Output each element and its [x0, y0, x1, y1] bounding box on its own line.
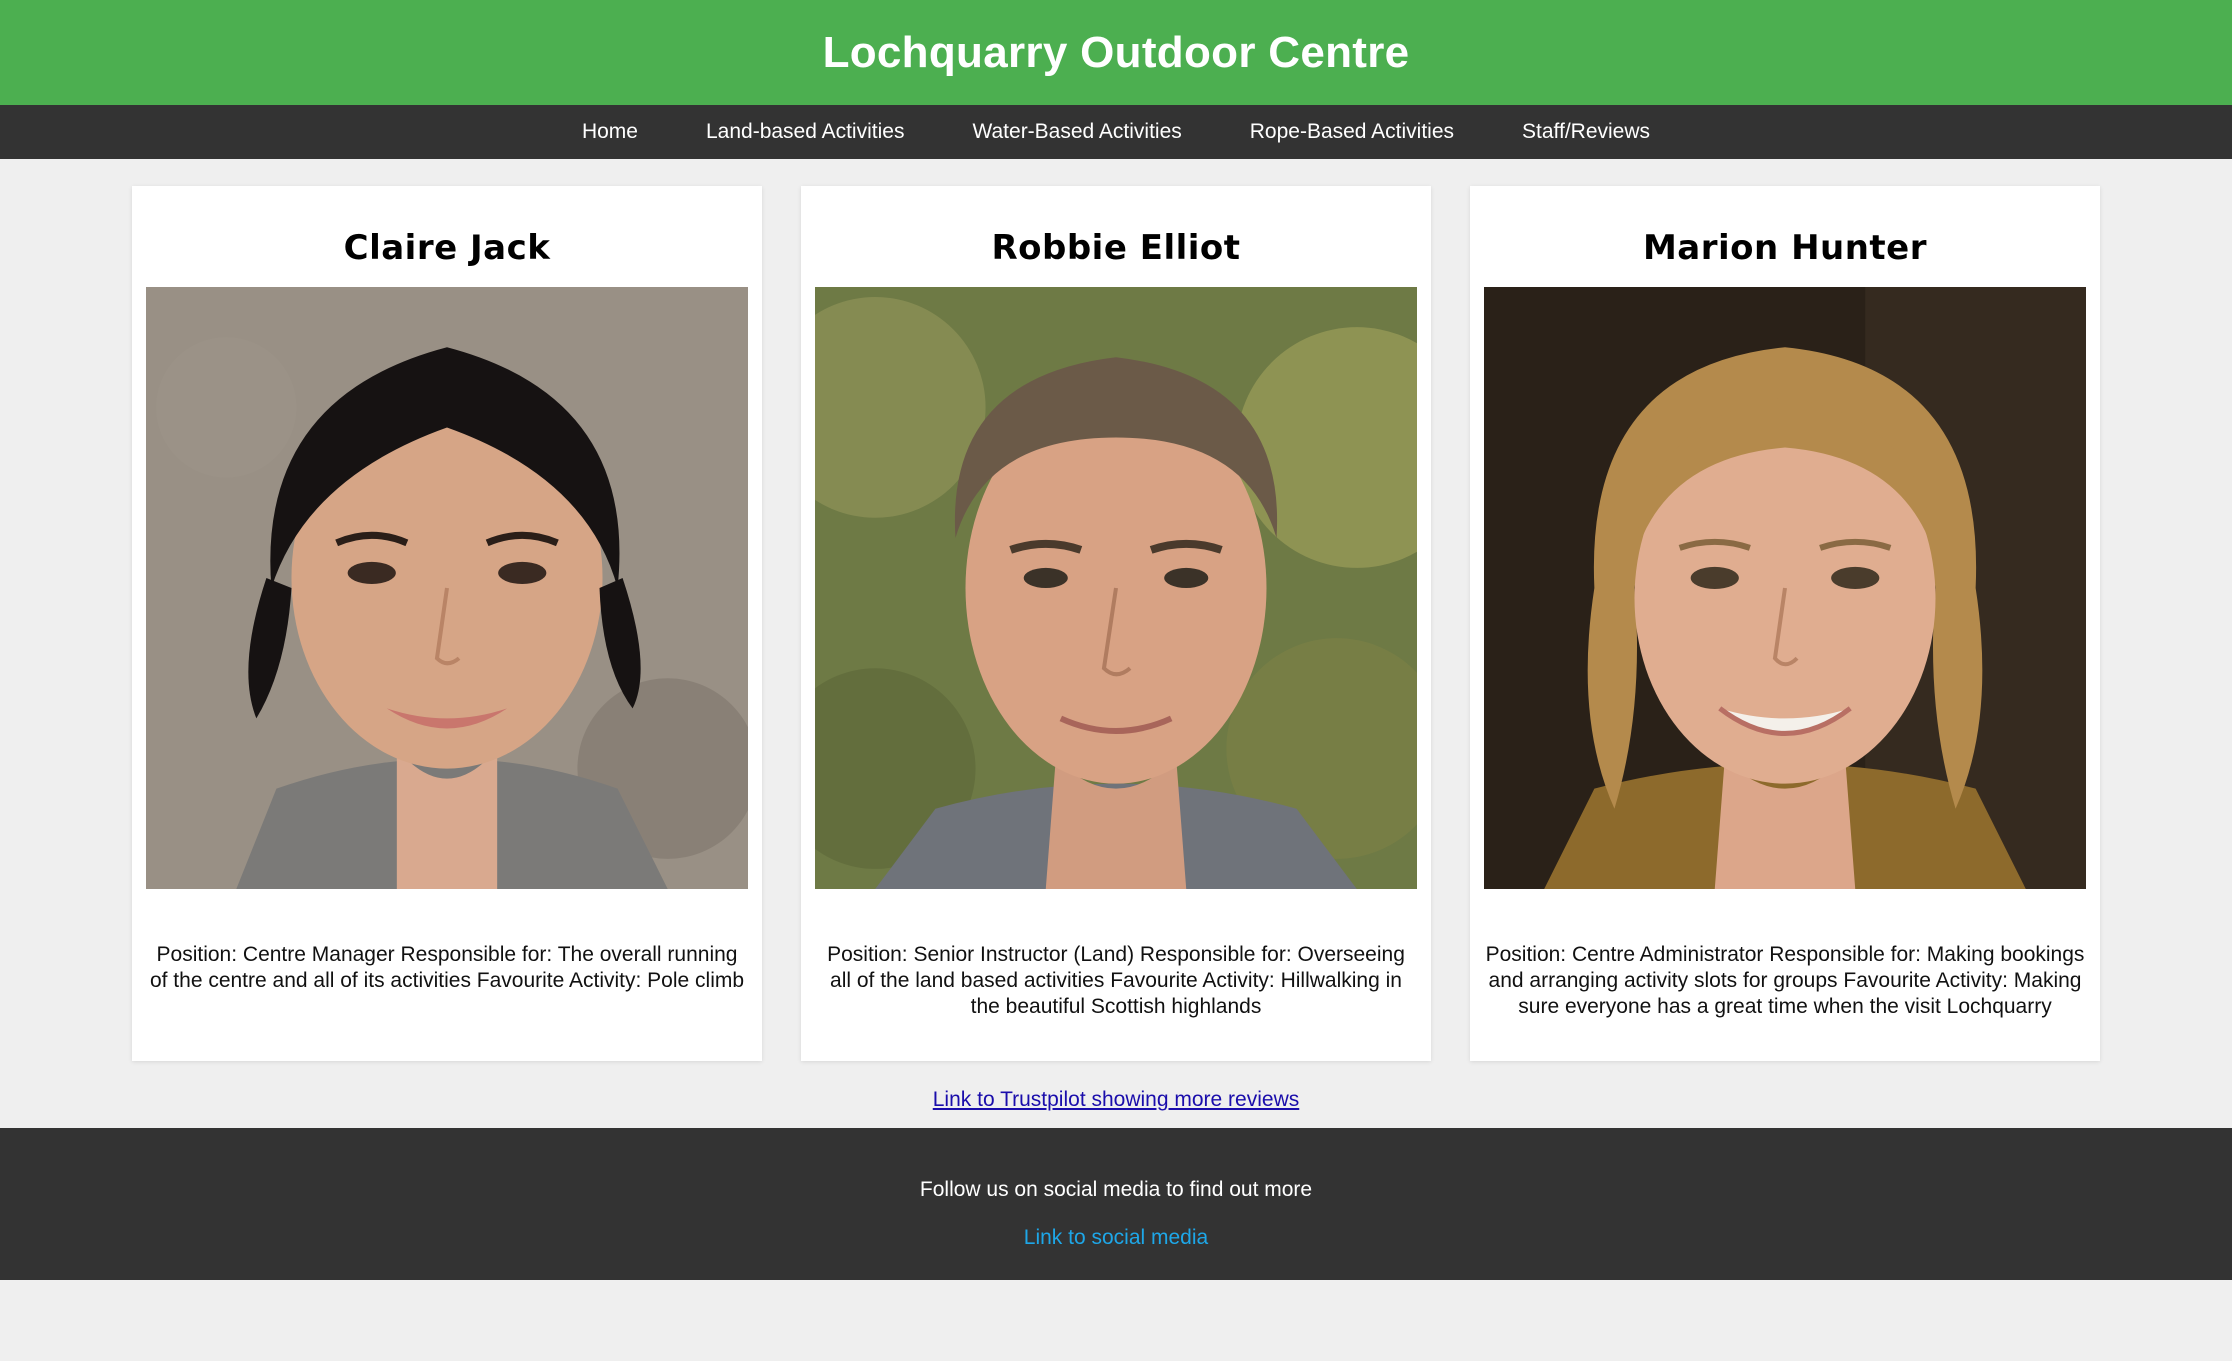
staff-card: Marion Hunter Position: Centre Administr…	[1470, 186, 2100, 1061]
site-title: Lochquarry Outdoor Centre	[822, 27, 1410, 77]
social-media-link[interactable]: Link to social media	[1024, 1226, 1208, 1250]
nav-rope-based-activities[interactable]: Rope-Based Activities	[1216, 105, 1488, 159]
staff-photo	[815, 287, 1417, 889]
portrait-man-short-hair	[815, 287, 1417, 889]
staff-description: Position: Centre Administrator Responsib…	[1485, 943, 2085, 1018]
staff-name: Marion Hunter	[1642, 228, 1928, 268]
staff-card: Claire Jack Position: Centre Manager Res…	[132, 186, 762, 1061]
reviews-link-container: Link to Trustpilot showing more reviews	[0, 1088, 2232, 1128]
staff-photo	[1484, 287, 2086, 889]
portrait-woman-dark-hair	[146, 287, 748, 889]
nav-home[interactable]: Home	[548, 105, 672, 159]
nav-staff-reviews[interactable]: Staff/Reviews	[1488, 105, 1684, 159]
staff-card: Robbie Elliot Position: Senior Instructo…	[801, 186, 1431, 1061]
staff-cards: Claire Jack Position: Centre Manager Res…	[0, 186, 2232, 1061]
footer-text: Follow us on social media to find out mo…	[919, 1178, 1313, 1201]
site-footer: Follow us on social media to find out mo…	[0, 1128, 2232, 1280]
nav-land-based-activities[interactable]: Land-based Activities	[672, 105, 938, 159]
staff-photo	[146, 287, 748, 889]
portrait-woman-blonde-hair	[1484, 287, 2086, 889]
trustpilot-reviews-link[interactable]: Link to Trustpilot showing more reviews	[933, 1088, 1300, 1111]
nav-water-based-activities[interactable]: Water-Based Activities	[938, 105, 1215, 159]
staff-description: Position: Senior Instructor (Land) Respo…	[827, 943, 1405, 1018]
staff-name: Claire Jack	[343, 228, 551, 268]
staff-description: Position: Centre Manager Responsible for…	[149, 943, 745, 992]
main-nav: Home Land-based Activities Water-Based A…	[0, 105, 2232, 159]
site-header: Lochquarry Outdoor Centre	[0, 0, 2232, 105]
staff-name: Robbie Elliot	[991, 228, 1241, 268]
